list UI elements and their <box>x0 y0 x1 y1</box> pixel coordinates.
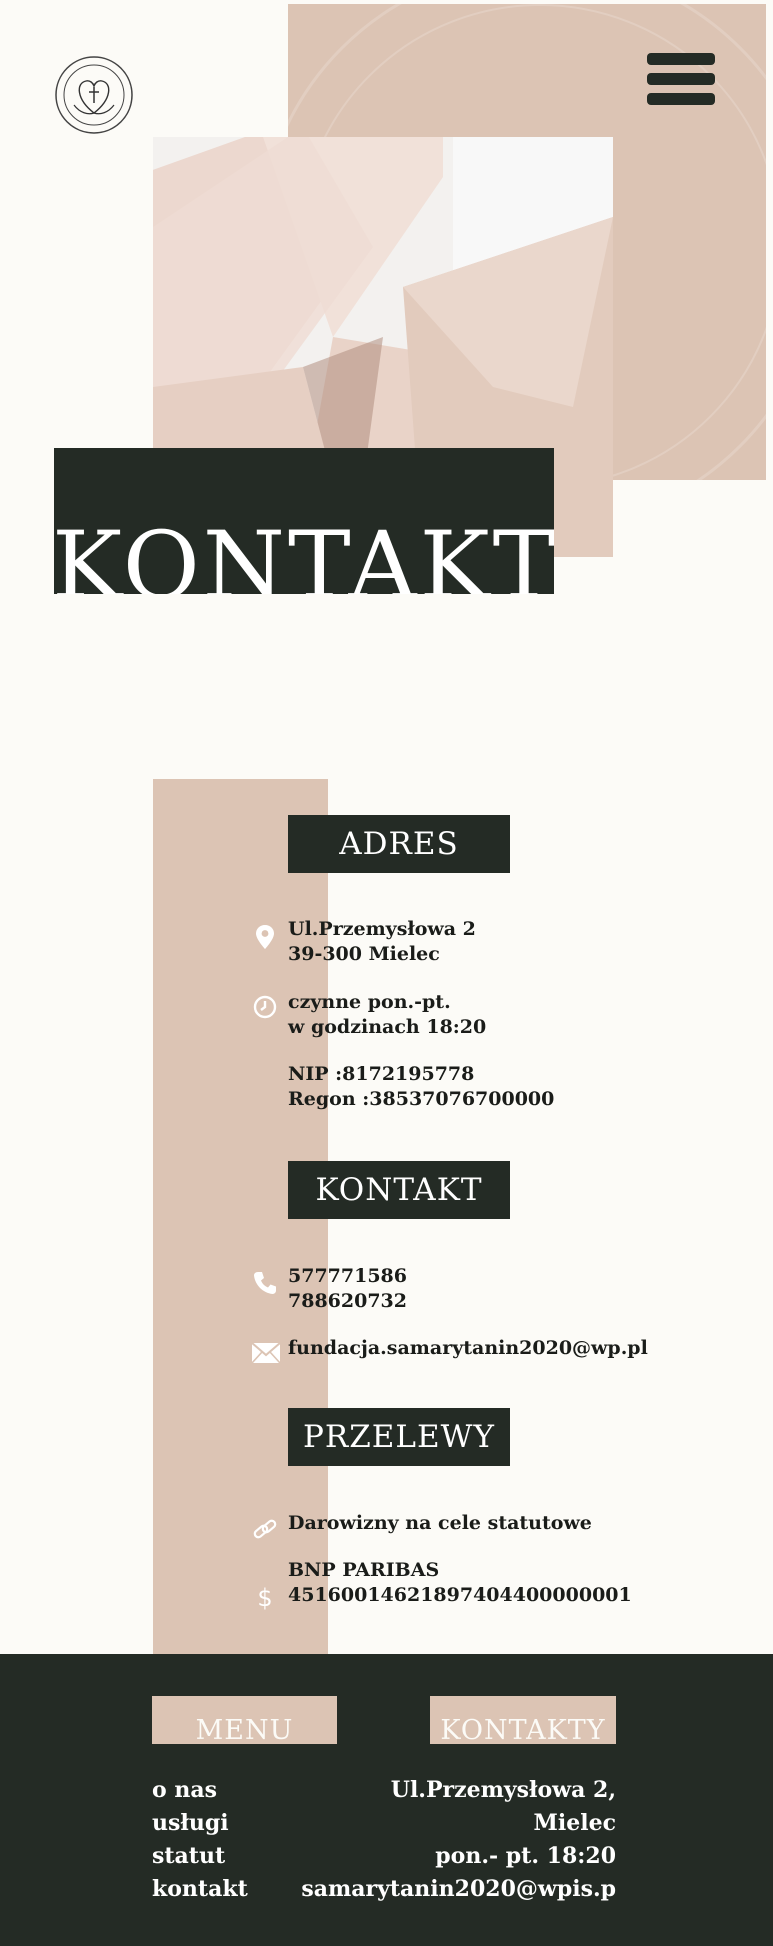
footer-address-street: Ul.Przemysłowa 2, <box>390 1777 616 1803</box>
email-link[interactable]: fundacja.samarytanin2020@wp.pl <box>288 1336 648 1361</box>
page-title-banner: KONTAKT <box>54 448 554 594</box>
section-heading-kontakt: KONTAKT <box>288 1161 510 1219</box>
footer-link-o-nas[interactable]: o nas <box>152 1777 217 1803</box>
transfer-purpose: Darowizny na cele statutowe <box>288 1512 592 1534</box>
section-heading-przelewy: PRZELEWY <box>288 1408 510 1466</box>
footer-kontakty-title: KONTAKTY <box>440 1715 606 1744</box>
hamburger-bar <box>647 73 715 85</box>
nip-number: NIP :8172195778 <box>288 1063 475 1085</box>
footer-menu-heading: MENU <box>152 1696 337 1744</box>
logo[interactable] <box>54 55 134 135</box>
footer-link-uslugi[interactable]: usługi <box>152 1810 229 1836</box>
regon-number: Regon :38537076700000 <box>288 1088 555 1110</box>
phone-number-2[interactable]: 788620732 <box>288 1289 407 1314</box>
bank-account-number: 45160014621897404400000001 <box>288 1584 632 1606</box>
address-city: 39-300 Mielec <box>288 943 440 965</box>
envelope-icon <box>250 1338 282 1368</box>
logo-seal-icon <box>55 56 133 134</box>
link-icon <box>250 1515 280 1545</box>
footer-link-kontakt[interactable]: kontakt <box>152 1876 248 1902</box>
phone-icon <box>250 1268 280 1298</box>
section-heading-adres: ADRES <box>288 815 510 873</box>
address-street: Ul.Przemysłowa 2 <box>288 918 476 940</box>
clock-icon <box>250 992 280 1022</box>
opening-hours-days: czynne pon.-pt. <box>288 991 451 1013</box>
dollar-icon: $ <box>250 1582 280 1612</box>
footer-hours: pon.- pt. 18:20 <box>435 1843 616 1869</box>
phone-number-1[interactable]: 577771586 <box>288 1264 407 1289</box>
svg-text:$: $ <box>257 1584 272 1612</box>
footer-address-city: Mielec <box>533 1810 616 1836</box>
footer-kontakty-heading: KONTAKTY <box>430 1696 616 1744</box>
hamburger-bar <box>647 93 715 105</box>
opening-hours-time: w godzinach 18:20 <box>288 1016 487 1038</box>
footer <box>0 1654 773 1946</box>
hamburger-menu-icon[interactable] <box>647 53 715 107</box>
location-pin-icon <box>250 922 280 952</box>
footer-link-statut[interactable]: statut <box>152 1843 225 1869</box>
page-title: KONTAKT <box>54 512 554 595</box>
bank-name: BNP PARIBAS <box>288 1559 440 1581</box>
footer-menu-title: MENU <box>195 1715 294 1744</box>
footer-email[interactable]: samarytanin2020@wpis.p <box>301 1876 616 1902</box>
hamburger-bar <box>647 53 715 65</box>
